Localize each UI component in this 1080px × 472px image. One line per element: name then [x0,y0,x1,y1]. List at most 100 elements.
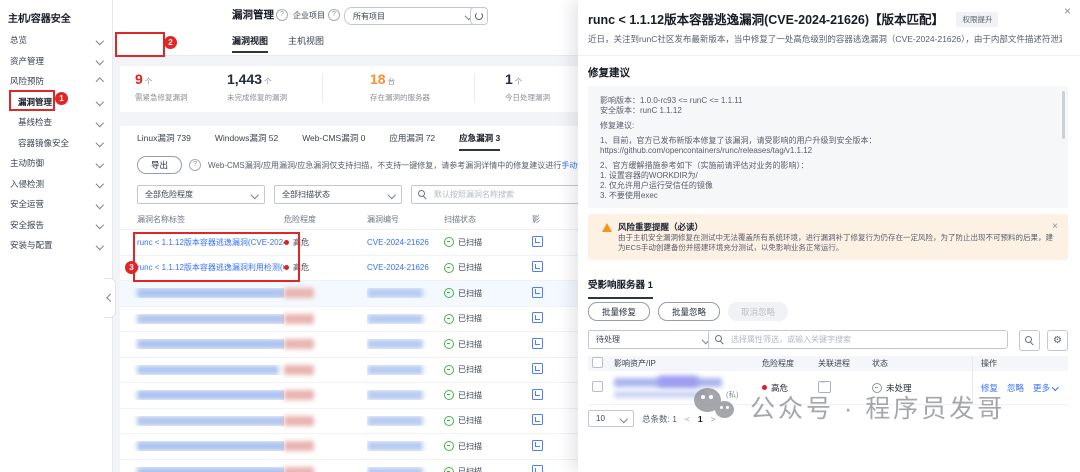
sidebar-item[interactable]: 基线检查 [0,112,112,133]
vuln-name-cell [120,288,284,299]
divider [474,74,475,102]
batch-action-button[interactable]: 取消忽略 [728,302,789,321]
help-icon[interactable]: ? [276,9,288,21]
fix-suggestion-line: 2. 仅允许用户运行受信任的镜像 [600,181,713,190]
cve-link[interactable]: CVE-2024-21626 [367,238,429,247]
scan-status-text: 已扫描 [458,416,482,426]
vuln-type-tab[interactable]: Windows漏洞 52 [215,132,278,151]
impact-count-icon[interactable] [532,388,543,400]
more-action-link[interactable]: 更多 [1033,382,1059,394]
scan-status-filter-select[interactable]: 全部扫描状态 [274,185,402,204]
column-header-action[interactable]: 操作 [972,356,1068,371]
affected-servers-tab[interactable]: 受影响服务器 1 [588,277,653,299]
chevron-icon [95,179,104,188]
chevron-down-icon [619,414,628,423]
impact-count-icon[interactable] [532,286,543,298]
refresh-button[interactable] [470,7,488,25]
impact-count-icon[interactable] [532,414,543,426]
column-header-cve[interactable]: 漏洞编号 [367,214,444,225]
severity-cell [284,415,367,426]
redacted-severity-bar [284,466,314,472]
scan-status-cell: 已扫描 [444,364,532,375]
chevron-icon [95,118,104,127]
redacted-severity-bar [284,415,314,426]
server-row[interactable]: (私) 高危 未处理 修复 忽略 更多 [588,371,1068,405]
vuln-name-link[interactable]: runc < 1.1.12版本容器逃逸漏洞利用检测(CVE-202 [137,263,284,272]
column-header-status[interactable]: 状态 [872,358,972,369]
impact-count-icon[interactable] [532,465,543,472]
column-header-status[interactable]: 扫描状态 [444,214,532,225]
scrollbar-thumb[interactable] [1062,91,1065,139]
impact-count-icon[interactable] [532,363,543,375]
search-icon [418,189,428,200]
impact-count-icon[interactable] [532,261,543,273]
sidebar-item[interactable]: 总览 [0,30,112,51]
sidebar-item[interactable]: 主动防御 [0,153,112,174]
page-size-select[interactable]: 10 [588,410,634,427]
sidebar-item[interactable]: 资产管理 [0,51,112,72]
batch-action-button[interactable]: 批量忽略 [658,302,721,321]
tab-host-view[interactable]: 主机视图 [288,34,324,47]
checkbox[interactable] [592,357,603,368]
redacted-name-bar [137,339,284,350]
ignore-action-link[interactable]: 忽略 [1007,382,1024,394]
impact-count-icon[interactable] [532,439,543,451]
sidebar-item[interactable]: 入侵检测 [0,174,112,195]
server-search-input[interactable] [729,334,1001,345]
redacted-severity-bar [284,390,314,401]
vuln-name-cell: runc < 1.1.12版本容器逃逸漏洞利用检测(CVE-202 [120,262,284,273]
fix-suggestion-line: 1、目前，官方已发布新版本修复了该漏洞，请受影响的用户升级到安全版本： [600,136,877,145]
severity-filter-select[interactable]: 全部危险程度 [137,185,265,204]
sidebar-item[interactable]: 风险预防 [0,71,112,92]
scan-status-text: 已扫描 [458,441,482,451]
fix-action-link[interactable]: 修复 [981,382,998,394]
column-header-ip[interactable]: 影响资产/IP [614,358,762,369]
vuln-name-cell [120,390,284,401]
column-header-name[interactable]: 漏洞名称标签 [120,214,284,225]
process-icon[interactable] [818,380,831,393]
impact-count-icon[interactable] [532,337,543,349]
vuln-type-tab[interactable]: 应用漏洞 72 [389,132,435,151]
tab-vuln-view[interactable]: 漏洞视图 [232,34,269,53]
search-button[interactable] [1019,330,1040,351]
enterprise-project-label: 企业项目 [293,11,325,20]
redacted-name-bar [137,288,284,299]
current-page-button[interactable]: 1 [698,414,703,424]
export-button[interactable]: 导出 [137,156,183,174]
alert-close-icon[interactable]: × [1052,221,1058,232]
handle-status-value: 待处理 [596,335,620,344]
settings-button[interactable]: ⚙ [1047,330,1068,351]
sidebar-item[interactable]: 容器镜像安全 [0,133,112,154]
project-select-value: 所有项目 [353,11,385,21]
next-page-button[interactable]: > [711,414,716,424]
help-icon[interactable]: ? [328,9,340,21]
project-select[interactable]: 所有项目 [344,7,480,25]
vuln-name-link[interactable]: runc < 1.1.12版本容器逃逸漏洞(CVE-2024-21626) 【 [137,238,284,247]
chevron-down-icon [250,190,259,199]
sidebar-item[interactable]: 安全报告 [0,215,112,236]
vuln-type-tab[interactable]: Web-CMS漏洞 0 [302,132,365,151]
redacted-ip: (私) [614,375,754,400]
page-title: 漏洞管理 [232,9,274,21]
handle-status-select[interactable]: 待处理 [588,330,716,349]
batch-action-button[interactable]: 批量修复 [588,302,651,321]
severity-cell [284,364,367,375]
help-icon[interactable]: ? [189,159,202,171]
sidebar-item[interactable]: 安全运营 [0,194,112,215]
drawer-close-icon[interactable]: × [1064,5,1071,17]
column-header-severity[interactable]: 危险程度 [284,214,367,225]
sidebar-item[interactable]: 安装与配置 [0,235,112,256]
stat-unit: 个 [514,77,523,86]
column-header-process[interactable]: 关联进程 [818,358,872,369]
fix-suggestion-line: 修复建议: [600,121,635,130]
vuln-type-tab[interactable]: Linux漏洞 739 [137,132,191,151]
chevron-icon [95,138,104,147]
sidebar-collapse-handle[interactable] [104,278,116,318]
impact-count-icon[interactable] [532,312,543,324]
prev-page-button[interactable]: < [685,414,690,424]
impact-count-icon[interactable] [532,235,543,247]
vuln-type-tab[interactable]: 应急漏洞 3 [459,132,501,151]
checkbox[interactable] [592,381,603,392]
column-header-severity[interactable]: 危险程度 [762,358,818,369]
cve-link[interactable]: CVE-2024-21626 [367,263,429,272]
